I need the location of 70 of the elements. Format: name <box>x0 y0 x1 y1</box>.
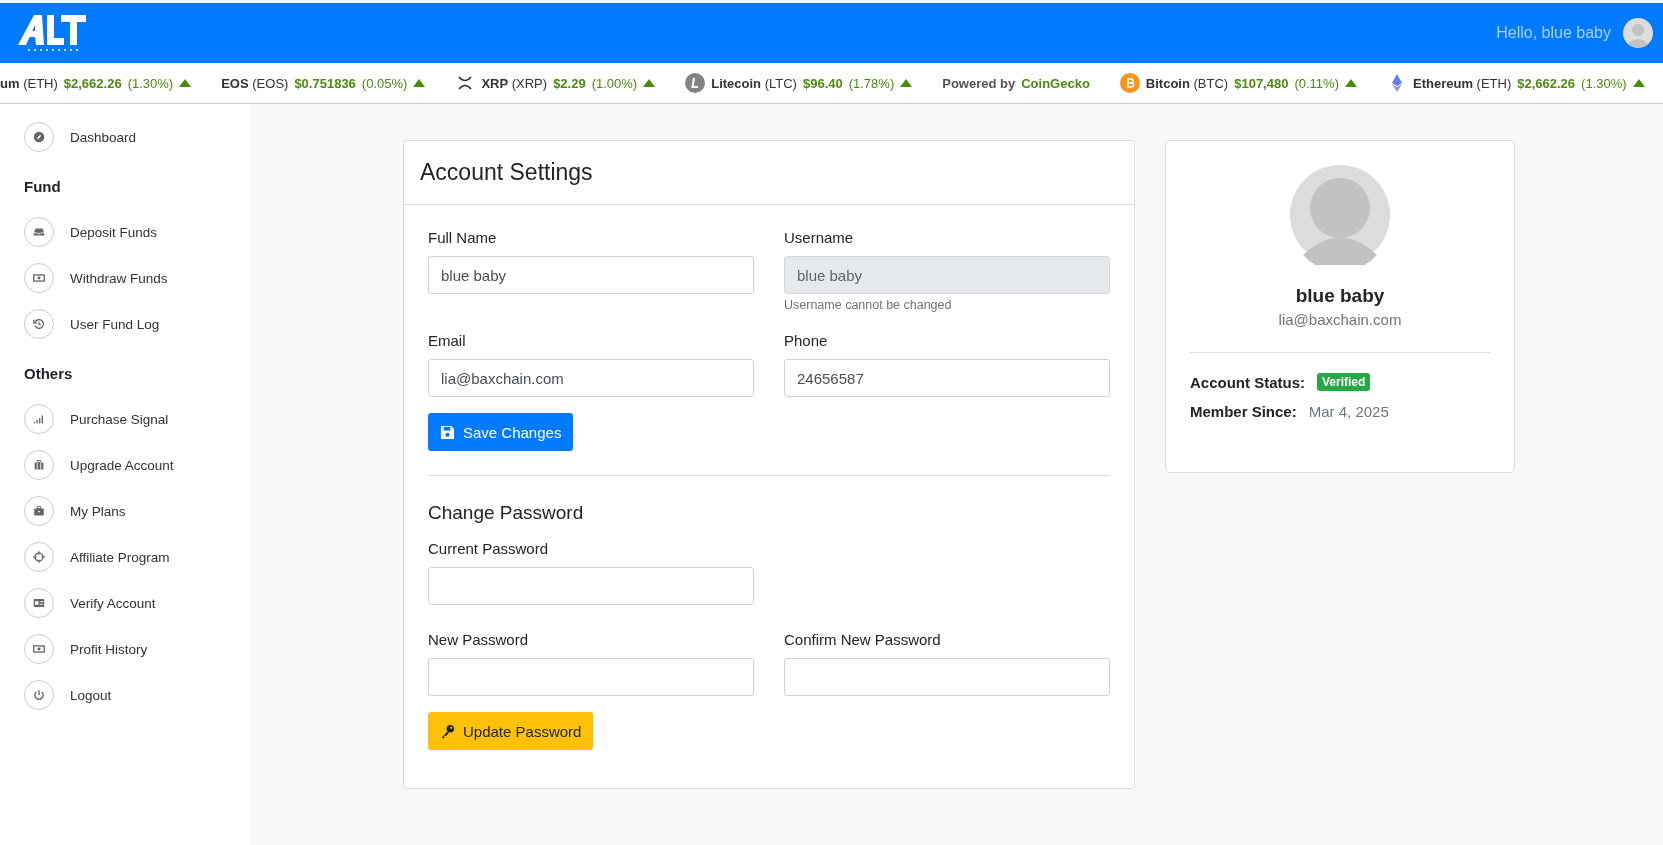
sidebar-link[interactable]: Upgrade Account <box>70 457 174 473</box>
coin-price: $107,480 <box>1234 75 1289 91</box>
input-field[interactable] <box>428 658 754 696</box>
coin-name: um (ETH) <box>0 75 58 91</box>
field-hint: Username cannot be changed <box>784 298 953 312</box>
coin-icon <box>685 73 706 93</box>
coin-change: (1.00%) <box>591 75 638 91</box>
sidebar-link[interactable]: Logout <box>70 687 112 703</box>
sidebar-link[interactable]: Verify Account <box>70 595 156 611</box>
up-triangle-icon <box>413 79 426 87</box>
profile-name: blue baby <box>1295 285 1385 307</box>
sidebar-link[interactable]: Deposit Funds <box>70 224 158 240</box>
powered-by-text: Powered by <box>942 75 1016 91</box>
coin-change: (0.05%) <box>361 75 408 91</box>
profile-email: lia@baxchain.com <box>1278 311 1402 328</box>
coin-price: $96.40 <box>802 75 843 91</box>
coin-name: EOS (EOS) <box>221 75 289 91</box>
coin-change: (1.30%) <box>127 75 174 91</box>
coin-change: (0.11%) <box>1294 75 1339 91</box>
sidebar-link[interactable]: Withdraw Funds <box>70 270 168 286</box>
status-label: Account Status: <box>1190 373 1305 391</box>
sidebar-link[interactable]: Purchase Signal <box>70 411 169 427</box>
coin-price: $0.751836 <box>294 75 356 91</box>
field-label: Username <box>784 229 855 246</box>
field-label: Current Password <box>428 540 550 557</box>
sidebar-link[interactable]: Profit History <box>70 641 148 657</box>
coin-name: Litecoin (LTC) <box>711 75 797 91</box>
up-triangle-icon <box>1345 79 1357 87</box>
update-password-button[interactable]: Update Password <box>428 712 594 750</box>
coingecko-link[interactable]: CoinGecko <box>1021 75 1090 91</box>
sidebar-link[interactable]: User Fund Log <box>70 316 160 332</box>
sidebar-link[interactable]: Dashboard <box>70 129 137 145</box>
section-title: Change Password <box>428 502 585 524</box>
greeting-text: Hello, blue baby <box>1496 24 1611 42</box>
input-field[interactable]: 24656587 <box>784 359 1110 397</box>
status-badge: Verified <box>1317 373 1371 391</box>
input-field[interactable] <box>784 658 1110 696</box>
input-field[interactable]: blue baby <box>428 256 754 294</box>
save-button[interactable]: Save Changes <box>428 413 574 451</box>
sidebar-link[interactable]: Affiliate Program <box>70 549 170 565</box>
coin-price: $2,662.26 <box>63 75 122 91</box>
field-label: Full Name <box>428 229 498 246</box>
key-icon <box>440 723 455 739</box>
up-triangle-icon <box>179 79 192 87</box>
field-label: Email <box>428 332 467 349</box>
sidebar-heading: Others <box>24 365 74 382</box>
avatar-icon[interactable] <box>1623 18 1653 48</box>
coin-name: Bitcoin (BTC) <box>1145 75 1229 91</box>
input-field: blue baby <box>784 256 1110 294</box>
field-label: Phone <box>784 332 829 349</box>
coin-change: (1.30%) <box>1581 75 1627 91</box>
input-field[interactable] <box>428 567 754 605</box>
coin-price: $2,662.26 <box>1517 75 1576 91</box>
coin-price: $2.29 <box>553 75 586 91</box>
up-triangle-icon <box>900 79 913 87</box>
sidebar-heading: Fund <box>24 178 62 195</box>
coin-change: (1.78%) <box>848 75 895 91</box>
up-triangle-icon <box>643 79 656 87</box>
up-triangle-icon <box>1632 79 1645 87</box>
avatar-icon <box>1290 165 1390 265</box>
sidebar-link[interactable]: My Plans <box>70 503 126 519</box>
field-label: Confirm New Password <box>784 631 942 648</box>
field-label: New Password <box>428 631 530 648</box>
coin-icon <box>1119 73 1140 93</box>
input-field[interactable]: lia@baxchain.com <box>428 359 754 397</box>
member-since-date: Mar 4, 2025 <box>1308 403 1389 420</box>
card-title: Account Settings <box>404 141 1134 205</box>
coin-name: XRP (XRP) <box>481 75 548 91</box>
coin-name: Ethereum (ETH) <box>1413 75 1512 91</box>
member-since-label: Member Since: <box>1190 403 1297 420</box>
